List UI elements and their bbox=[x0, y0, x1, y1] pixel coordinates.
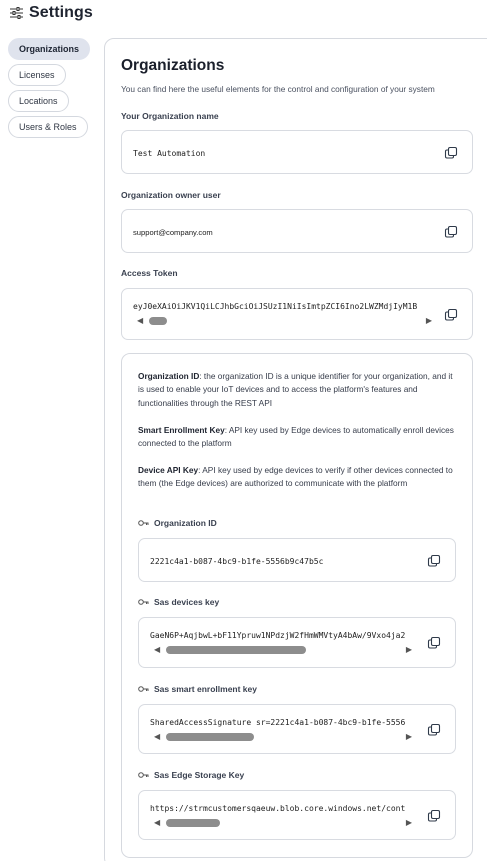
key-icon bbox=[138, 520, 149, 526]
copy-icon[interactable] bbox=[444, 225, 458, 239]
scroll-left-arrow-icon[interactable]: ◀ bbox=[154, 733, 160, 741]
settings-sidebar: Organizations Licenses Locations Users &… bbox=[8, 38, 91, 142]
sas-enroll-label-text: Sas smart enrollment key bbox=[154, 684, 257, 694]
device-term: Device API Key bbox=[138, 465, 199, 475]
sas-enroll-field: SharedAccessSignature sr=2221c4a1-b087-4… bbox=[138, 704, 456, 754]
token-scrollbar[interactable]: ◀ ▶ bbox=[137, 316, 432, 326]
org-id-term: Organization ID bbox=[138, 371, 200, 381]
org-name-field: Test Automation bbox=[121, 130, 473, 174]
copy-icon[interactable] bbox=[427, 809, 441, 823]
sas-devices-value: GaeN6P+AqjbwL+bF11Ypruw1NPdzjW2fHmWMVtyA… bbox=[150, 631, 406, 640]
org-id-field: 2221c4a1-b087-4bc9-b1fe-5556b9c47b5c bbox=[138, 538, 456, 582]
owner-label: Organization owner user bbox=[121, 190, 221, 200]
copy-icon[interactable] bbox=[427, 636, 441, 650]
sas-enroll-scrollbar[interactable]: ◀ ▶ bbox=[154, 732, 412, 742]
section-subtitle: You can find here the useful elements fo… bbox=[121, 84, 435, 94]
sas-enroll-label: Sas smart enrollment key bbox=[138, 684, 257, 694]
org-name-value: Test Automation bbox=[133, 149, 206, 158]
scroll-thumb[interactable] bbox=[166, 646, 306, 654]
owner-field: support@company.com bbox=[121, 209, 473, 253]
org-name-label: Your Organization name bbox=[121, 111, 219, 121]
token-value: eyJ0eXAiOiJKV1QiLCJhbGciOiJSUzI1NiIsImtp… bbox=[133, 302, 418, 311]
sas-storage-scrollbar[interactable]: ◀ ▶ bbox=[154, 818, 412, 828]
sas-devices-field: GaeN6P+AqjbwL+bF11Ypruw1NPdzjW2fHmWMVtyA… bbox=[138, 617, 456, 668]
scroll-right-arrow-icon[interactable]: ▶ bbox=[426, 317, 432, 325]
copy-icon[interactable] bbox=[444, 308, 458, 322]
sidebar-item-licenses[interactable]: Licenses bbox=[8, 64, 66, 86]
page-title: Settings bbox=[29, 4, 93, 21]
copy-icon[interactable] bbox=[444, 146, 458, 160]
copy-icon[interactable] bbox=[427, 554, 441, 568]
token-field: eyJ0eXAiOiJKV1QiLCJhbGciOiJSUzI1NiIsImtp… bbox=[121, 288, 473, 340]
sas-enroll-value: SharedAccessSignature sr=2221c4a1-b087-4… bbox=[150, 718, 406, 727]
token-label: Access Token bbox=[121, 268, 178, 278]
enroll-term: Smart Enrollment Key bbox=[138, 425, 225, 435]
sas-storage-label: Sas Edge Storage Key bbox=[138, 770, 244, 780]
org-id-value: 2221c4a1-b087-4bc9-b1fe-5556b9c47b5c bbox=[150, 557, 324, 566]
org-id-label-text: Organization ID bbox=[154, 518, 217, 528]
sas-storage-field: https://strmcustomersqaeuw.blob.core.win… bbox=[138, 790, 456, 840]
key-icon bbox=[138, 772, 149, 778]
scroll-thumb[interactable] bbox=[166, 819, 220, 827]
sliders-icon bbox=[10, 7, 23, 19]
page-header: Settings bbox=[10, 3, 93, 23]
sas-devices-scrollbar[interactable]: ◀ ▶ bbox=[154, 645, 412, 655]
sas-storage-value: https://strmcustomersqaeuw.blob.core.win… bbox=[150, 804, 406, 813]
sas-devices-label-text: Sas devices key bbox=[154, 597, 220, 607]
org-id-label: Organization ID bbox=[138, 518, 217, 528]
section-title: Organizations bbox=[121, 57, 225, 74]
scroll-thumb[interactable] bbox=[149, 317, 167, 325]
owner-value: support@company.com bbox=[133, 228, 213, 237]
sidebar-item-locations[interactable]: Locations bbox=[8, 90, 69, 112]
org-id-description: Organization ID: the organization ID is … bbox=[138, 370, 456, 410]
scroll-left-arrow-icon[interactable]: ◀ bbox=[154, 646, 160, 654]
enroll-key-description: Smart Enrollment Key: API key used by Ed… bbox=[138, 424, 456, 451]
scroll-left-arrow-icon[interactable]: ◀ bbox=[154, 819, 160, 827]
key-icon bbox=[138, 686, 149, 692]
sas-devices-label: Sas devices key bbox=[138, 597, 219, 607]
scroll-left-arrow-icon[interactable]: ◀ bbox=[137, 317, 143, 325]
scroll-thumb[interactable] bbox=[166, 733, 254, 741]
sidebar-item-users-roles[interactable]: Users & Roles bbox=[8, 116, 88, 138]
copy-icon[interactable] bbox=[427, 723, 441, 737]
scroll-right-arrow-icon[interactable]: ▶ bbox=[406, 646, 412, 654]
sidebar-item-organizations[interactable]: Organizations bbox=[8, 38, 91, 60]
scroll-right-arrow-icon[interactable]: ▶ bbox=[406, 733, 412, 741]
scroll-right-arrow-icon[interactable]: ▶ bbox=[406, 819, 412, 827]
key-icon bbox=[138, 599, 149, 605]
sas-storage-label-text: Sas Edge Storage Key bbox=[154, 770, 245, 780]
device-key-description: Device API Key: API key used by edge dev… bbox=[138, 464, 456, 491]
